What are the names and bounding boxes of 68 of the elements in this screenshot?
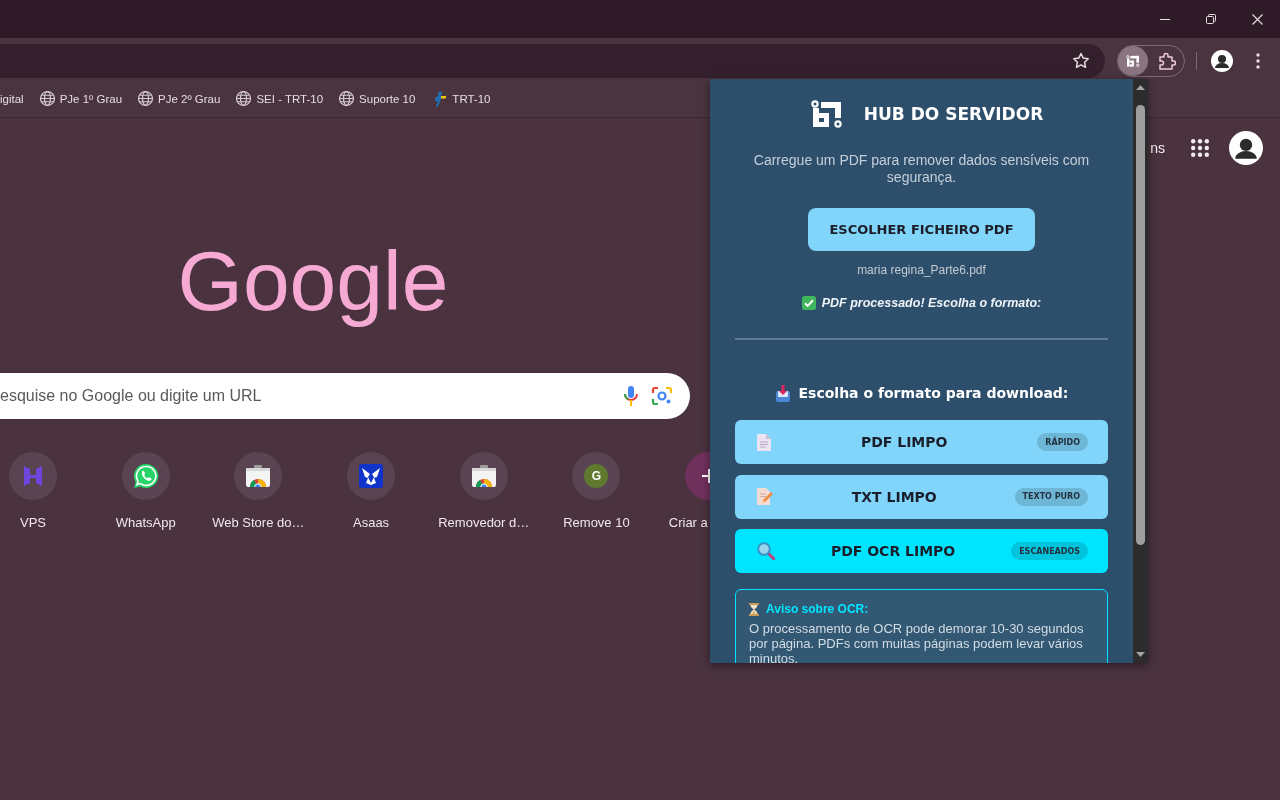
document-pencil-icon	[757, 488, 774, 505]
wings-icon	[347, 452, 396, 500]
download-option-button[interactable]: PDF OCR LIMPO ESCANEADOS	[735, 529, 1108, 573]
download-heading: Escolha o formato para download:	[798, 385, 1069, 401]
download-option-button[interactable]: TXT LIMPO TEXTO PURO	[735, 474, 1108, 519]
h-logo-icon	[9, 452, 57, 500]
camera-icon[interactable]	[651, 386, 673, 406]
globe-icon	[236, 91, 252, 106]
bookmark-item[interactable]: PJe 1º Grau	[32, 84, 130, 113]
avatar-icon	[1211, 50, 1233, 72]
shortcut-link[interactable]: Asaas	[314, 452, 428, 532]
file-name: maria regina_Parte6.pdf	[857, 262, 986, 278]
status-message: PDF processado! Escolha o formato:	[821, 296, 1042, 310]
up-arrow-icon[interactable]	[1136, 85, 1145, 90]
circuit-logo-icon	[1126, 55, 1140, 67]
chat-bubble-icon	[121, 452, 170, 500]
menu-icon	[1256, 53, 1260, 69]
hourglass-icon	[749, 602, 759, 616]
document-icon	[757, 433, 771, 451]
download-option-button[interactable]: PDF LIMPO RÁPIDO	[735, 420, 1108, 464]
address-field[interactable]	[0, 44, 1105, 78]
globe-icon	[138, 91, 154, 106]
circuit-logo-icon	[810, 100, 843, 128]
bookmark-item[interactable]: igital	[0, 84, 31, 113]
check-box-icon	[801, 296, 816, 310]
google-logo: Google	[177, 233, 449, 329]
minimize-icon	[1160, 18, 1170, 20]
notice-title: Aviso sobre OCR:	[766, 602, 869, 616]
apps-grid-icon	[1191, 139, 1209, 157]
shortcut-link[interactable]: Removedor d…	[427, 452, 541, 532]
shopping-bag-icon	[459, 452, 508, 500]
option-tag: TEXTO PURO	[1014, 487, 1088, 506]
popup-title: HUB DO SERVIDOR	[863, 104, 1044, 124]
bookmark-item[interactable]: PJe 2º Grau	[131, 84, 228, 113]
bookmark-item[interactable]: SEI - TRT-10	[229, 84, 331, 113]
option-tag: ESCANEADOS	[1011, 542, 1088, 560]
close-icon	[1251, 13, 1263, 25]
star-icon	[1072, 52, 1090, 70]
shopping-bag-icon	[234, 452, 283, 500]
puzzle-icon	[1158, 52, 1176, 70]
avatar-icon	[1229, 131, 1263, 165]
bookmark-item[interactable]: TRT-10	[424, 84, 498, 113]
popup-description: Carregue um PDF para remover dados sensíveis com segurança.	[752, 152, 1091, 186]
header-link[interactable]: ns	[1150, 140, 1165, 156]
search-field[interactable]: esquise no Google ou digite um URL	[0, 373, 690, 419]
scrollbar[interactable]	[1133, 79, 1148, 663]
shortcut-link[interactable]: WhatsApp	[89, 452, 203, 532]
figure-logo-icon	[431, 90, 448, 107]
tray-download-icon	[774, 384, 791, 402]
microphone-icon[interactable]	[624, 386, 638, 406]
choose-file-button[interactable]: ESCOLHER FICHEIRO PDF	[808, 208, 1035, 251]
notice-text: O processamento de OCR pode demorar 10-30 segundos por página. PDFs com muitas páginas podem levar vários minutos.	[749, 621, 1085, 663]
shortcut-link[interactable]: G Remove 10	[540, 452, 653, 532]
search-icon	[757, 542, 775, 560]
letter-avatar: G	[584, 464, 609, 488]
shortcut-link[interactable]: Web Store do…	[202, 452, 315, 532]
down-arrow-icon[interactable]	[1136, 652, 1145, 657]
option-tag: RÁPIDO	[1037, 433, 1088, 451]
account-button[interactable]	[1229, 131, 1263, 165]
globe-icon	[339, 91, 355, 106]
profile-button[interactable]	[1209, 48, 1235, 74]
apps-button[interactable]	[1191, 139, 1209, 157]
scrollbar-thumb[interactable]	[1136, 105, 1145, 545]
extension-button[interactable]	[1118, 46, 1148, 76]
bookmark-item[interactable]: Suporte 10	[332, 84, 423, 113]
shortcut-link[interactable]: VPS	[0, 452, 90, 532]
globe-icon	[39, 91, 55, 106]
restore-icon	[1206, 14, 1216, 24]
